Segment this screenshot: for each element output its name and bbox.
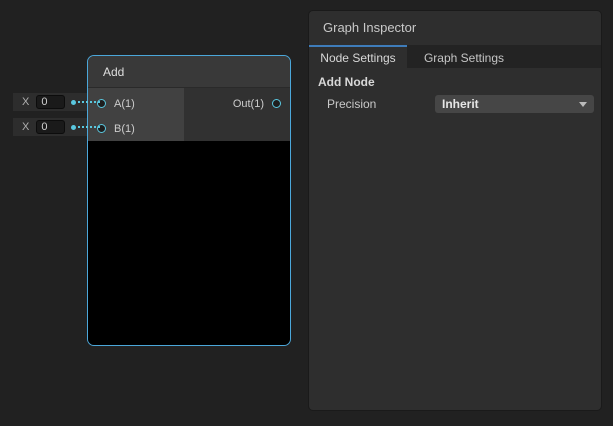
output-port-column: Out(1)	[184, 88, 290, 141]
node-preview	[88, 141, 290, 345]
edge-connector-a	[78, 101, 100, 103]
shader-node-add[interactable]: Add A(1) B(1) Out(1)	[87, 55, 291, 346]
precision-dropdown-value: Inherit	[442, 97, 479, 111]
axis-label-x: X	[22, 121, 29, 133]
tab-node-settings[interactable]: Node Settings	[309, 45, 407, 68]
port-label-a: A(1)	[114, 98, 135, 110]
edge-connector-b	[78, 126, 100, 128]
edge-dot-icon	[71, 100, 76, 105]
port-label-b: B(1)	[114, 123, 135, 135]
node-title[interactable]: Add	[88, 56, 290, 88]
port-row-out: Out(1)	[184, 91, 290, 116]
port-label-out: Out(1)	[233, 98, 264, 110]
precision-dropdown[interactable]: Inherit	[435, 95, 594, 113]
edge-dot-icon	[71, 125, 76, 130]
output-port-icon[interactable]	[272, 99, 281, 108]
graph-inspector-title[interactable]: Graph Inspector	[309, 11, 601, 45]
port-row-a: A(1)	[88, 91, 184, 116]
axis-label-x: X	[22, 96, 29, 108]
section-title: Add Node	[318, 75, 596, 89]
precision-field-row: Precision Inherit	[314, 95, 596, 114]
input-port-column: A(1) B(1)	[88, 88, 184, 141]
tab-graph-settings[interactable]: Graph Settings	[407, 45, 521, 68]
value-field-a[interactable]: 0	[36, 95, 65, 109]
node-ports: A(1) B(1) Out(1)	[88, 88, 290, 141]
inspector-content: Add Node Precision Inherit	[309, 68, 601, 119]
port-row-b: B(1)	[88, 116, 184, 141]
value-field-b[interactable]: 0	[36, 120, 65, 134]
graph-inspector-panel: Graph Inspector Node Settings Graph Sett…	[308, 10, 602, 411]
chevron-down-icon	[579, 102, 587, 107]
precision-label: Precision	[327, 97, 376, 111]
inspector-tab-strip: Node Settings Graph Settings	[309, 45, 601, 68]
